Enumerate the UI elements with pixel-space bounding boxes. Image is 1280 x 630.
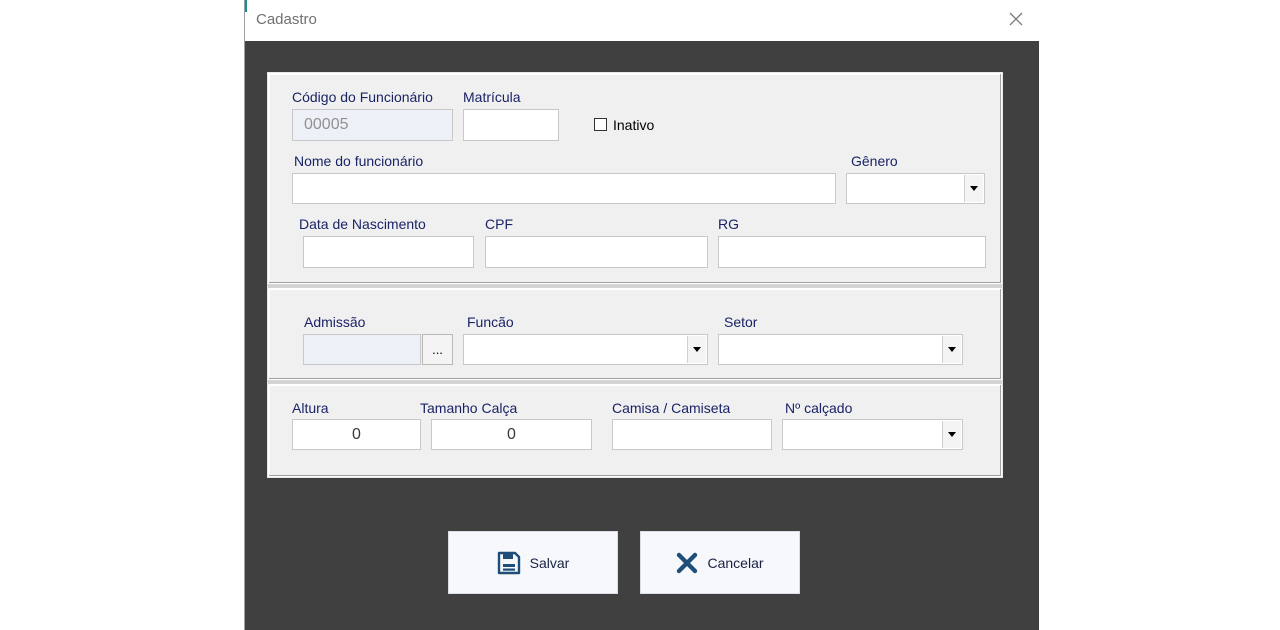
height-input[interactable]: 0	[292, 419, 421, 450]
cadastro-window: Cadastro Código do Funcionário 00005 Mat…	[244, 0, 1039, 630]
floppy-disk-icon	[497, 551, 520, 574]
gender-select[interactable]	[846, 173, 985, 204]
gender-dropdown-button[interactable]	[964, 175, 983, 202]
admission-label: Admissão	[304, 314, 366, 330]
save-button-label: Salvar	[529, 554, 570, 571]
role-select[interactable]	[463, 334, 708, 365]
close-icon	[1009, 12, 1023, 26]
sector-label: Setor	[724, 314, 758, 330]
pants-size-label: Tamanho Calça	[420, 400, 518, 416]
name-label: Nome do funcionário	[294, 153, 424, 169]
title-bar: Cadastro	[245, 0, 1039, 41]
cancel-button-label: Cancelar	[707, 554, 764, 571]
cpf-input[interactable]	[485, 236, 708, 268]
name-input[interactable]	[292, 173, 836, 204]
pants-size-value: 0	[507, 425, 516, 443]
close-button[interactable]	[1003, 6, 1029, 32]
role-dropdown-button[interactable]	[687, 336, 706, 363]
sector-dropdown-button[interactable]	[942, 336, 961, 363]
rg-label: RG	[718, 216, 739, 232]
code-field: 00005	[292, 109, 453, 141]
employment-frame: Admissão ... Funcão Setor	[268, 288, 1002, 380]
uniform-frame: Altura 0 Tamanho Calça 0 Camisa / Camise…	[268, 384, 1002, 477]
chevron-down-icon	[948, 347, 956, 352]
chevron-down-icon	[693, 347, 701, 352]
birthdate-label: Data de Nascimento	[299, 216, 426, 232]
registration-label: Matrícula	[463, 89, 521, 105]
inactive-label[interactable]: Inativo	[613, 117, 654, 133]
birthdate-input[interactable]	[303, 236, 474, 268]
personal-data-frame: Código do Funcionário 00005 Matrícula In…	[268, 73, 1002, 284]
save-button[interactable]: Salvar	[448, 531, 618, 594]
role-label: Funcão	[467, 314, 514, 330]
code-value: 00005	[304, 116, 349, 133]
admission-date-picker-button[interactable]: ...	[422, 334, 453, 365]
ellipsis-label: ...	[432, 342, 443, 357]
admission-field[interactable]	[303, 334, 421, 365]
pants-size-input[interactable]: 0	[431, 419, 592, 450]
cpf-label: CPF	[485, 216, 513, 232]
title-accent	[245, 0, 247, 12]
shoe-size-label: Nº calçado	[785, 400, 853, 416]
inactive-checkbox[interactable]	[594, 118, 607, 131]
form-client-area: Código do Funcionário 00005 Matrícula In…	[245, 41, 1039, 630]
x-cross-icon	[677, 552, 698, 573]
rg-input[interactable]	[718, 236, 986, 268]
registration-input[interactable]	[463, 109, 559, 141]
shoe-size-dropdown-button[interactable]	[942, 421, 961, 448]
sector-select[interactable]	[718, 334, 963, 365]
shirt-label: Camisa / Camiseta	[612, 400, 731, 416]
chevron-down-icon	[970, 186, 978, 191]
shoe-size-select[interactable]	[782, 419, 963, 450]
chevron-down-icon	[948, 432, 956, 437]
height-value: 0	[352, 425, 361, 443]
window-title: Cadastro	[256, 11, 317, 28]
shirt-input[interactable]	[612, 419, 772, 450]
cancel-button[interactable]: Cancelar	[640, 531, 800, 594]
gender-label: Gênero	[851, 153, 898, 169]
code-label: Código do Funcionário	[292, 89, 433, 105]
height-label: Altura	[292, 400, 329, 416]
